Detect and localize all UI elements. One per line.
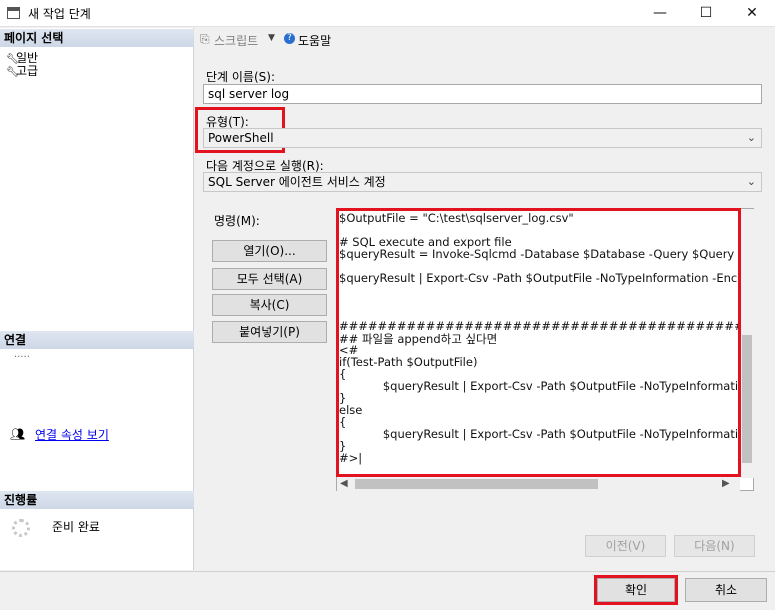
chevron-down-icon: ⌄ (746, 131, 756, 144)
editor-horizontal-scroll-thumb[interactable] (355, 479, 598, 489)
help-button[interactable]: 도움말 (298, 32, 331, 49)
progress-header: 진행률 (0, 491, 194, 509)
progress-spinner-icon (12, 519, 30, 537)
scroll-right-icon[interactable]: ▶ (722, 478, 730, 489)
view-connection-properties-link[interactable]: 연결 속성 보기 (35, 426, 109, 443)
run-as-select-value: SQL Server 에이전트 서비스 계정 (208, 175, 386, 189)
paste-button[interactable]: 붙여넣기(P) (212, 321, 327, 343)
select-all-button[interactable]: 모두 선택(A) (212, 268, 327, 290)
connection-properties-icon: 👥︎ (10, 427, 26, 441)
ok-highlight-box (594, 575, 678, 605)
minimize-button[interactable]: — (637, 0, 683, 27)
command-label: 명령(M): (214, 214, 260, 228)
page-item-label: 고급 (16, 64, 39, 78)
connection-header: 연결 (0, 331, 194, 349)
step-name-input[interactable]: sql server log (203, 84, 762, 104)
title-bar: 새 작업 단계 — ☐ ✕ (0, 0, 775, 27)
step-name-label: 단계 이름(S): (206, 70, 275, 84)
select-page-header: 페이지 선택 (0, 29, 194, 47)
help-icon: ? (284, 33, 295, 44)
script-icon: ⎘ (200, 32, 210, 46)
script-button[interactable]: 스크립트 (214, 32, 258, 49)
next-button[interactable]: 다음(N) (674, 535, 755, 557)
copy-button[interactable]: 복사(C) (212, 294, 327, 316)
window-icon (7, 7, 20, 19)
close-button[interactable]: ✕ (729, 0, 775, 27)
prev-button[interactable]: 이전(V) (585, 535, 666, 557)
wrench-icon: 🔧︎ (6, 67, 19, 78)
open-button[interactable]: 열기(O)... (212, 240, 327, 262)
type-select-value: PowerShell (208, 131, 274, 145)
editor-vertical-scroll-thumb[interactable] (742, 335, 752, 463)
window-title: 새 작업 단계 (28, 7, 91, 21)
maximize-button[interactable]: ☐ (683, 0, 729, 27)
progress-status: 준비 완료 (52, 520, 100, 534)
left-panel (0, 28, 194, 570)
chevron-down-icon: ⌄ (746, 175, 756, 188)
editor-highlight-box (336, 208, 741, 477)
type-select[interactable]: PowerShell ⌄ (203, 128, 762, 148)
run-as-select[interactable]: SQL Server 에이전트 서비스 계정 ⌄ (203, 172, 762, 192)
scroll-left-icon[interactable]: ◀ (340, 478, 348, 489)
script-dropdown-icon[interactable]: ▼ (268, 33, 275, 43)
page-item-advanced[interactable]: 🔧︎고급 (6, 62, 38, 79)
connection-value: ····· (14, 352, 30, 363)
cancel-button[interactable]: 취소 (685, 578, 767, 602)
